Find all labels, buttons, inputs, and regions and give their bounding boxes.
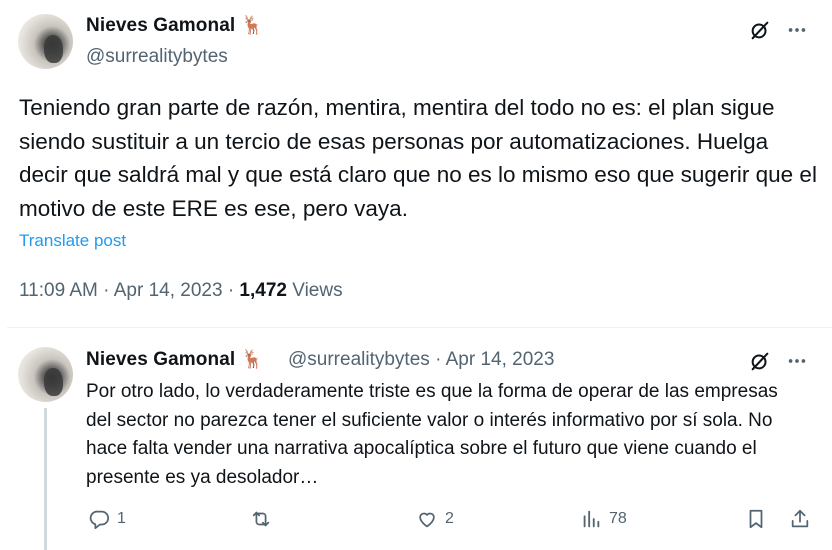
deer-emoji: 🦌 [241, 15, 264, 35]
retweet-button[interactable] [250, 508, 279, 530]
translate-post-link[interactable]: Translate post [19, 231, 126, 251]
reply-count: 1 [117, 510, 126, 527]
views-button[interactable]: 78 [580, 508, 627, 530]
post-date[interactable]: Apr 14, 2023 [114, 280, 223, 301]
share-icon [791, 509, 809, 528]
views-label[interactable]: Views [292, 280, 342, 301]
views-icon [583, 510, 600, 528]
retweet-icon [252, 511, 270, 527]
author-name[interactable]: Nieves Gamonal 🦌 [86, 15, 264, 37]
like-icon [419, 512, 435, 528]
post-meta: 11:09 AM · Apr 14, 2023 · 1,472 Views [19, 280, 343, 302]
main-post: Nieves Gamonal 🦌 @surrealitybytes Teniend… [0, 0, 832, 328]
author-handle-and-date: @surrealitybytes · Apr 14, 2023 [288, 349, 554, 371]
views-count[interactable]: 1,472 [239, 280, 287, 301]
author-name-text[interactable]: Nieves Gamonal [86, 349, 235, 370]
like-button[interactable]: 2 [416, 508, 454, 530]
deer-emoji: 🦌 [241, 349, 264, 369]
reply-button[interactable]: 1 [88, 508, 126, 530]
avatar[interactable] [18, 347, 73, 402]
author-handle[interactable]: @surrealitybytes [288, 349, 430, 370]
more-options-icon[interactable] [784, 348, 810, 374]
bookmark-button[interactable] [745, 508, 767, 530]
reply-icon [89, 510, 110, 530]
views-count: 78 [609, 510, 627, 527]
reply-text: Por otro lado, lo verdaderamente triste … [86, 381, 778, 488]
grok-icon[interactable] [747, 17, 773, 43]
post-date[interactable]: Apr 14, 2023 [446, 349, 555, 370]
more-options-icon[interactable] [784, 17, 810, 43]
like-count: 2 [445, 510, 454, 527]
post-text: Teniendo gran parte de razón, mentira, m… [19, 95, 817, 221]
author-name[interactable]: Nieves Gamonal 🦌 [86, 349, 264, 371]
meta-separator: · [103, 280, 110, 301]
meta-separator: · [435, 349, 442, 370]
grok-icon[interactable] [747, 348, 773, 374]
meta-separator: · [227, 280, 235, 301]
share-button[interactable] [789, 508, 811, 530]
divider [7, 327, 832, 328]
avatar[interactable] [18, 14, 73, 69]
author-name-text[interactable]: Nieves Gamonal [86, 15, 235, 36]
post-time[interactable]: 11:09 AM [19, 280, 98, 301]
action-bar: 1 2 78 [0, 505, 832, 537]
bookmark-icon [749, 509, 763, 529]
author-handle[interactable]: @surrealitybytes [86, 46, 228, 68]
